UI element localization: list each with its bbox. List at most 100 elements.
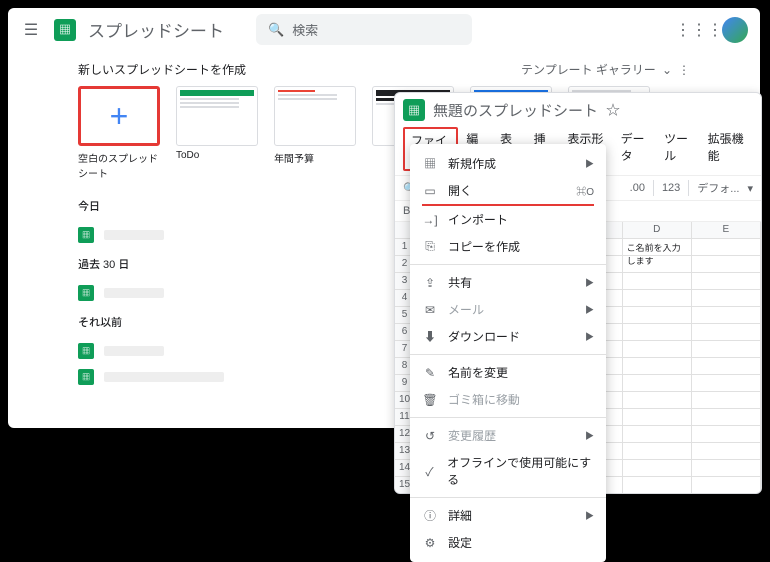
cell[interactable] (692, 307, 761, 324)
menu-item[interactable]: ✉ メール ▶ (410, 296, 606, 323)
template-gallery-button[interactable]: テンプレート ギャラリー ⌄ ⋮ (521, 61, 690, 78)
chevron-right-icon: ▶ (585, 429, 594, 442)
avatar[interactable] (722, 17, 748, 43)
menu-item[interactable]: ✎ 名前を変更 (410, 359, 606, 386)
app-title: スプレッドシート (88, 17, 224, 42)
menu-item[interactable]: 🗑 ゴミ箱に移動 (410, 386, 606, 413)
menu-item[interactable]: →] インポート (410, 206, 606, 233)
search-input[interactable]: 🔍 検索 (256, 14, 472, 45)
cell[interactable] (692, 375, 761, 392)
cell[interactable] (623, 392, 692, 409)
menu-item[interactable]: ⇪ 共有 ▶ (410, 269, 606, 296)
col-header[interactable]: D (623, 222, 692, 239)
doc-header: ▦ 無題のスプレッドシート ☆ (395, 93, 761, 127)
search-icon: 🔍 (268, 22, 284, 38)
cell[interactable] (692, 324, 761, 341)
設定-icon: ⚙ (422, 536, 438, 550)
cell[interactable] (623, 460, 692, 477)
cell[interactable] (692, 273, 761, 290)
search-placeholder: 検索 (292, 20, 318, 39)
menu-item-label: 共有 (448, 274, 472, 291)
cell[interactable] (623, 341, 692, 358)
template-budget[interactable]: 年間予算 (274, 86, 356, 180)
hamburger-icon[interactable]: ☰ (20, 19, 42, 41)
font-select[interactable]: デフォ... (697, 180, 739, 196)
sheet-icon: ▦ (78, 343, 94, 359)
共有-icon: ⇪ (422, 276, 438, 290)
menu-item-label: メール (448, 301, 484, 318)
menu-item[interactable]: ⚙ 設定 (410, 529, 606, 556)
menu-item[interactable]: ✓ オフラインで使用可能にする (410, 449, 606, 493)
インポート-icon: →] (422, 213, 438, 227)
menu-item[interactable]: ⎘ コピーを作成 (410, 233, 606, 260)
more-icon[interactable]: ⋮ (678, 63, 690, 77)
divider (410, 497, 606, 498)
chevron-down-icon: ▾ (747, 182, 753, 195)
cell[interactable] (692, 290, 761, 307)
format-number[interactable]: 123 (662, 182, 680, 194)
apps-grid-icon[interactable]: ⋮⋮⋮ (688, 19, 710, 41)
star-icon[interactable]: ☆ (606, 100, 620, 120)
cell[interactable] (623, 290, 692, 307)
cell[interactable] (692, 239, 761, 256)
sheet-icon: ▦ (78, 227, 94, 243)
cell[interactable] (623, 409, 692, 426)
template-blank[interactable]: + 空白のスプレッドシート (78, 86, 160, 180)
menu-item[interactable]: ⓘ 詳細 ▶ (410, 502, 606, 529)
shortcut: ⌘O (576, 183, 594, 198)
cell[interactable] (623, 273, 692, 290)
cell[interactable] (692, 256, 761, 273)
menu-item-label: 名前を変更 (448, 364, 508, 381)
ゴミ箱に移動-icon: 🗑 (422, 393, 438, 407)
cell[interactable] (623, 307, 692, 324)
cell[interactable] (623, 477, 692, 494)
cell[interactable] (692, 358, 761, 375)
cell[interactable] (692, 460, 761, 477)
cell[interactable] (692, 341, 761, 358)
cell[interactable] (623, 426, 692, 443)
新規作成-icon: ▦ (422, 155, 438, 172)
chevron-right-icon: ▶ (585, 157, 594, 170)
chevron-right-icon: ▶ (585, 303, 594, 316)
menu-data[interactable]: データ (615, 127, 657, 171)
sheets-logo-icon: ▦ (403, 99, 425, 121)
divider (410, 264, 606, 265)
名前を変更-icon: ✎ (422, 366, 438, 380)
menu-item[interactable]: ▭ 開く ⌘O (410, 177, 606, 204)
menu-item-label: 設定 (448, 534, 472, 551)
menu-tools[interactable]: ツール (658, 127, 700, 171)
cell[interactable]: こ名前を入力します (623, 239, 692, 256)
header: ☰ ▦ スプレッドシート 🔍 検索 ⋮⋮⋮ (8, 8, 760, 51)
menu-item-label: ダウンロード (448, 328, 520, 345)
cell[interactable] (692, 443, 761, 460)
file-name (104, 230, 164, 240)
chevron-right-icon: ▶ (585, 330, 594, 343)
メール-icon: ✉ (422, 303, 438, 317)
zoom-value[interactable]: .00 (630, 182, 645, 194)
menu-item-label: コピーを作成 (448, 238, 520, 255)
menu-item[interactable]: ⬇ ダウンロード ▶ (410, 323, 606, 350)
cell[interactable] (623, 375, 692, 392)
sheet-icon: ▦ (78, 369, 94, 385)
menu-item-label: インポート (448, 211, 508, 228)
cell[interactable] (692, 409, 761, 426)
menu-item[interactable]: ▦ 新規作成 ▶ (410, 150, 606, 177)
cell[interactable] (623, 443, 692, 460)
col-header[interactable]: E (692, 222, 761, 239)
divider (410, 354, 606, 355)
doc-title[interactable]: 無題のスプレッドシート (433, 100, 598, 121)
cell[interactable] (692, 477, 761, 494)
menu-ext[interactable]: 拡張機能 (702, 127, 753, 171)
chevron-right-icon: ▶ (585, 276, 594, 289)
cell[interactable] (692, 392, 761, 409)
chevron-down-icon: ⌄ (662, 63, 672, 77)
file-dropdown-menu: ▦ 新規作成 ▶ ▭ 開く ⌘O →] インポート ⎘ コピーを作成 ⇪ 共有 … (410, 144, 606, 562)
オフラインで使用可能にする-icon: ✓ (422, 463, 437, 480)
template-todo[interactable]: ToDo (176, 86, 258, 180)
cell[interactable] (623, 358, 692, 375)
cell[interactable] (623, 256, 692, 273)
menu-item-label: 詳細 (448, 507, 472, 524)
cell[interactable] (623, 324, 692, 341)
menu-item[interactable]: ↺ 変更履歴 ▶ (410, 422, 606, 449)
cell[interactable] (692, 426, 761, 443)
